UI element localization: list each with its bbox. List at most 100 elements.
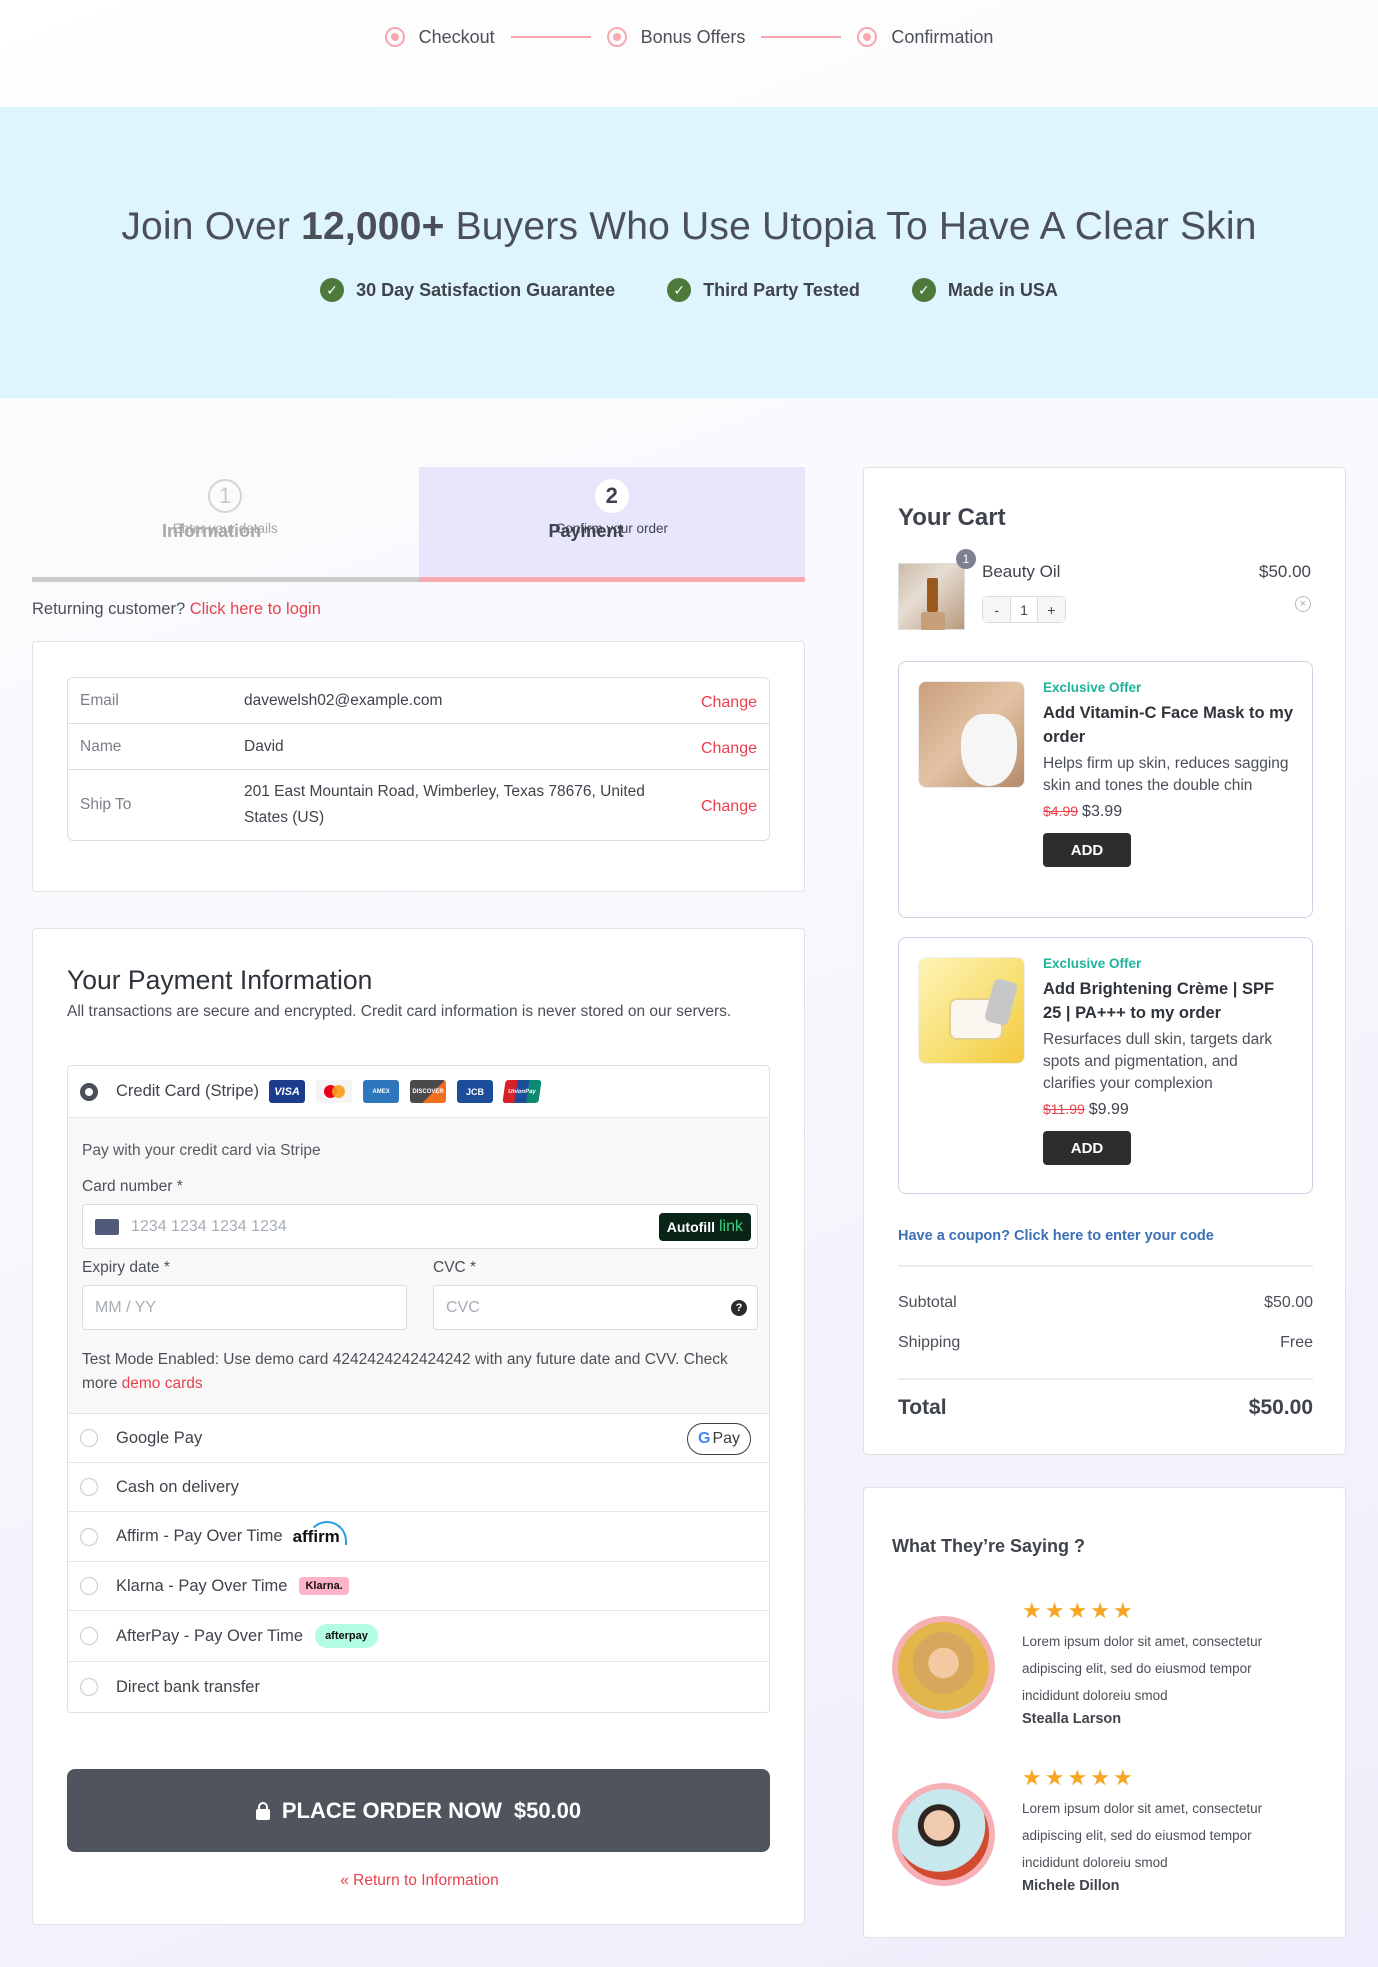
discover-icon: DISCOVER — [410, 1080, 447, 1103]
info-label: Name — [80, 737, 122, 755]
info-row-name: Name David Change — [68, 724, 769, 770]
returning-customer-notice: Returning customer? Click here to login — [32, 600, 321, 619]
checkout-progress: Checkout Bonus Offers Confirmation — [0, 22, 1378, 52]
badge-label: Third Party Tested — [703, 279, 860, 300]
expiry-date-input[interactable]: MM / YY — [82, 1285, 407, 1330]
check-icon: ✓ — [320, 278, 345, 302]
demo-cards-link[interactable]: demo cards — [122, 1375, 203, 1392]
method-label: Credit Card (Stripe) — [116, 1082, 260, 1100]
increase-quantity-button[interactable]: + — [1037, 597, 1065, 622]
return-link-text[interactable]: « Return to Information — [340, 1872, 499, 1889]
info-row-email: Email davewelsh02@example.com Change — [68, 678, 769, 724]
progress-step-bonus-offers: Bonus Offers — [606, 27, 745, 48]
testimonials-card: What They’re Saying ? ★ ★ ★ ★ ★ Lorem ipsum … — [863, 1487, 1346, 1938]
affirm-radio[interactable] — [80, 1527, 98, 1546]
offer-price: $11.99 $9.99 — [1043, 1101, 1293, 1119]
add-offer-button[interactable]: ADD — [1043, 833, 1131, 867]
afterpay-radio[interactable] — [80, 1627, 98, 1645]
card-brand-icons: VISA AMEX DISCOVER JCB UnionPay — [269, 1080, 542, 1103]
cart-item-price: $50.00 — [1259, 562, 1311, 581]
step-dot-icon — [606, 27, 627, 47]
total-value: $50.00 — [1248, 1396, 1313, 1419]
return-to-information-link[interactable]: « Return to Information — [33, 1872, 806, 1890]
subtotal-label: Subtotal — [898, 1294, 957, 1311]
google-pay-radio[interactable] — [80, 1429, 98, 1447]
progress-step-checkout: Checkout — [384, 27, 495, 48]
star-rating: ★ ★ ★ ★ ★ — [1022, 1765, 1133, 1791]
change-name-link[interactable]: Change — [701, 736, 757, 758]
payment-method-bank-transfer[interactable]: Direct bank transfer — [68, 1662, 769, 1712]
place-order-label: PLACE ORDER NOW — [281, 1797, 502, 1823]
card-number-placeholder: 1234 1234 1234 1234 — [131, 1217, 287, 1235]
klarna-radio[interactable] — [80, 1577, 98, 1595]
autofill-link-button[interactable]: Autofill link — [658, 1213, 751, 1241]
payment-method-afterpay[interactable]: AfterPay - Pay Over Time afterpay — [68, 1611, 769, 1662]
star-icon: ★ — [1067, 1765, 1088, 1790]
payment-methods: Credit Card (Stripe) VISA AMEX DISCOVER … — [67, 1065, 770, 1713]
total-row: Total $50.00 — [898, 1396, 1313, 1420]
heading-text: Buyers Who Use Utopia To Have A Clear Sk… — [444, 205, 1257, 248]
info-label: Ship To — [80, 796, 132, 813]
mastercard-icon — [316, 1080, 353, 1103]
step-title: Payment — [548, 521, 624, 541]
change-address-link[interactable]: Change — [701, 794, 757, 816]
upsell-offer: Exclusive Offer Add Vitamin-C Face Mask … — [898, 661, 1313, 918]
payment-method-klarna[interactable]: Klarna - Pay Over Time Klarna. — [68, 1562, 769, 1611]
heading-text: Join Over — [121, 205, 302, 248]
place-order-amount: $50.00 — [513, 1797, 582, 1823]
add-offer-button[interactable]: ADD — [1043, 1131, 1131, 1165]
cash-on-delivery-radio[interactable] — [80, 1478, 98, 1496]
tab-payment[interactable]: 2 Payment Confirm your order — [418, 467, 805, 582]
testimonial-text: Lorem ipsum dolor sit amet, consectetur … — [1022, 1634, 1263, 1703]
credit-card-radio[interactable] — [80, 1082, 98, 1101]
test-mode-notice: Test Mode Enabled: Use demo card 4242424… — [82, 1348, 762, 1396]
star-icon: ★ — [1090, 1598, 1110, 1623]
payment-subtitle: All transactions are secure and encrypte… — [67, 1003, 732, 1020]
trust-badge: ✓ Made in USA — [911, 278, 1058, 302]
offer-body: Exclusive Offer Add Brightening Crème | … — [1043, 956, 1293, 1165]
unionpay-icon: UnionPay — [502, 1080, 542, 1103]
face-mask-image — [918, 681, 1025, 788]
help-icon[interactable]: ? — [731, 1300, 747, 1316]
star-icon: ★ — [1044, 1598, 1065, 1623]
cart-title: Your Cart — [898, 504, 1006, 531]
amex-icon: AMEX — [363, 1080, 400, 1103]
method-label: Cash on delivery — [116, 1477, 239, 1496]
offer-tag: Exclusive Offer — [1043, 956, 1142, 971]
bank-transfer-radio[interactable] — [80, 1678, 98, 1696]
divider — [898, 1378, 1313, 1380]
avatar — [892, 1616, 995, 1719]
decrease-quantity-button[interactable]: - — [983, 597, 1011, 622]
login-link[interactable]: Click here to login — [190, 600, 321, 618]
step-dot-icon — [384, 27, 405, 47]
card-number-input[interactable]: 1234 1234 1234 1234 Autofill link — [82, 1204, 758, 1249]
expiry-placeholder: MM / YY — [95, 1298, 157, 1316]
cvc-input[interactable]: CVC ? — [433, 1285, 758, 1330]
trust-badge: ✓ Third Party Tested — [667, 278, 860, 302]
payment-method-cash-on-delivery[interactable]: Cash on delivery — [68, 1463, 769, 1512]
returning-text: Returning customer? — [32, 600, 190, 618]
offer-new-price: $9.99 — [1088, 1101, 1129, 1118]
coupon-link[interactable]: Have a coupon? Click here to enter your … — [898, 1228, 1214, 1244]
hero-banner: Join Over 12,000+ Buyers Who Use Utopia … — [0, 107, 1378, 398]
payment-method-google-pay[interactable]: Google Pay G Pay — [68, 1414, 769, 1463]
payment-method-credit-card[interactable]: Credit Card (Stripe) VISA AMEX DISCOVER … — [68, 1066, 769, 1118]
checkout-step-tabs: 1 Information Enter your details 2 Payme… — [32, 467, 805, 582]
place-order-button[interactable]: PLACE ORDER NOW $50.00 — [67, 1769, 770, 1852]
info-value: 201 East Mountain Road, Wimberley, Texas… — [244, 783, 645, 826]
change-email-link[interactable]: Change — [701, 690, 757, 712]
cart-item-name: Beauty Oil — [982, 562, 1061, 581]
step-number: 1 — [208, 479, 243, 513]
info-value: davewelsh02@example.com — [244, 691, 443, 709]
quantity-value[interactable]: 1 — [1010, 597, 1038, 622]
method-label: Direct bank transfer — [116, 1677, 260, 1696]
beauty-oil-image — [898, 563, 965, 630]
method-label: AfterPay - Pay Over Time — [116, 1626, 304, 1645]
progress-connector — [761, 36, 842, 38]
check-icon: ✓ — [667, 278, 692, 302]
payment-method-affirm[interactable]: Affirm - Pay Over Time affirm — [68, 1512, 769, 1562]
progress-step-label: Confirmation — [891, 26, 994, 47]
tab-information[interactable]: 1 Information Enter your details — [32, 467, 419, 582]
stripe-description: Pay with your credit card via Stripe — [82, 1142, 321, 1159]
remove-item-icon[interactable]: × — [1295, 596, 1311, 612]
